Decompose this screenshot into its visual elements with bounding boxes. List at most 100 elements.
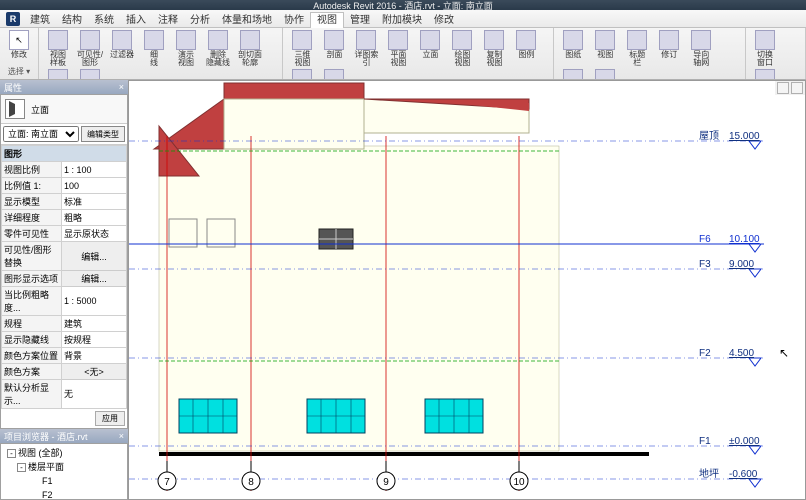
grid-bubble-label[interactable]: 7 [164,477,170,488]
ribbon-button[interactable]: 视图 [590,30,620,67]
edit-type-button[interactable]: 编辑类型 [81,126,125,142]
property-value-input[interactable] [64,181,124,191]
property-edit-button[interactable]: 编辑... [62,242,127,271]
ribbon-button[interactable]: 删除隐藏线 [203,30,233,67]
level-name[interactable]: 地坪 [699,467,719,480]
tree-node[interactable]: -楼层平面 [3,460,125,474]
property-value-input[interactable] [64,228,124,238]
ribbon-button[interactable]: 视图样板 [43,30,73,67]
menu-tab[interactable]: 修改 [428,13,460,28]
level-elevation[interactable]: 9.000 [729,259,754,270]
grid-bubble-label[interactable]: 10 [513,477,525,488]
menu-tab[interactable]: 建筑 [24,13,56,28]
level-name[interactable]: F2 [699,348,711,359]
property-value-input[interactable] [64,350,124,360]
ribbon-button[interactable]: 平面视图 [383,30,413,67]
ribbon-button[interactable]: 拼接线 [558,69,588,80]
property-value-input[interactable] [64,196,124,206]
ribbon-button[interactable]: 切换窗口 [750,30,780,67]
ribbon-button[interactable]: 关闭隐藏对象 [750,69,780,80]
ribbon-button[interactable]: 明细表 [287,69,317,80]
menu-tab[interactable]: 协作 [278,13,310,28]
instance-selector[interactable]: 立面: 南立面 [3,126,79,142]
tree-node[interactable]: F1 [3,474,125,488]
menu-tabs-container: 建筑结构系统插入注释分析体量和场地协作视图管理附加模块修改 [24,11,460,26]
ribbon-button[interactable]: 过滤器 [107,30,137,67]
property-key: 零件可见性 [2,226,62,242]
ribbon-icon [563,69,583,80]
ribbon-button[interactable]: 图例 [511,30,541,67]
close-icon[interactable]: × [119,431,124,441]
menu-tab[interactable]: 结构 [56,13,88,28]
ribbon-button[interactable]: 立面 [415,30,445,67]
ribbon-button[interactable]: Cloud渲染 [43,69,73,80]
ribbon-button[interactable]: 导向轴网 [686,30,716,67]
ribbon-button[interactable]: 剖切面轮廓 [235,30,265,67]
menu-tab[interactable]: 管理 [344,13,376,28]
ribbon-icon [176,30,196,50]
tree-node[interactable]: -视图 (全部) [3,446,125,460]
ribbon-button[interactable]: 绘图视图 [447,30,477,67]
property-value-input[interactable] [64,318,124,328]
canvas[interactable]: 屋顶 15.000 F6 10.100 F3 9.000 F2 4.500 F1 ±0.000 地坪… [128,80,806,500]
ribbon-button[interactable]: 演示视图 [171,30,201,67]
ribbon-button[interactable]: 图纸 [558,30,588,67]
ribbon-icon [563,30,583,50]
property-edit-button[interactable]: 编辑... [62,271,127,287]
property-value-input[interactable] [64,212,124,222]
apply-button[interactable]: 应用 [95,411,125,426]
ribbon-button[interactable]: 范围框 [319,69,349,80]
level-elevation[interactable]: 15.000 [729,131,760,142]
tree-label: F1 [42,476,53,486]
property-value-input[interactable] [64,389,124,399]
tree-twisty[interactable]: - [17,463,26,472]
menu-tab[interactable]: 体量和场地 [216,13,278,28]
property-value-input[interactable] [64,165,124,175]
close-icon[interactable]: × [119,82,124,92]
ribbon-button[interactable]: 标题栏 [622,30,652,67]
menu-tab[interactable]: 附加模块 [376,13,428,28]
level-elevation[interactable]: ±0.000 [729,436,760,447]
level-name[interactable]: 屋顶 [699,130,719,142]
ribbon-icon [240,30,260,50]
menu-tab[interactable]: 视图 [310,12,344,28]
ribbon-button[interactable]: 渲染库 [75,69,105,80]
level-name[interactable]: F3 [699,259,711,270]
tree-twisty[interactable]: - [7,449,16,458]
level-elevation[interactable]: 4.500 [729,348,754,359]
property-row: 颜色方案位置 [2,348,127,364]
modify-button[interactable]: ↖修改 [4,30,34,59]
ribbon-button[interactable]: 细线 [139,30,169,67]
ribbon-button[interactable]: 可见性/图形 [75,30,105,67]
ribbon-icon [755,69,775,80]
menu-tab[interactable]: 注释 [152,13,184,28]
ribbon-button[interactable]: 修订 [654,30,684,67]
ribbon-button[interactable]: 详图索引 [351,30,381,67]
properties-type-row: 立面 [1,95,127,124]
property-value-input[interactable] [64,334,124,344]
level-name[interactable]: F6 [699,234,711,245]
property-row: 图形显示选项编辑... [2,271,127,287]
property-row: 当比例粗略度... [2,287,127,316]
ribbon-button[interactable]: 复制视图 [479,30,509,67]
grid-bubble-label[interactable]: 8 [248,477,254,488]
property-value-input[interactable] [64,296,124,306]
ribbon-icon [144,30,164,50]
level-elevation[interactable]: 10.100 [729,234,760,245]
section-graphics: 图形 [2,146,127,162]
menu-tab[interactable]: 分析 [184,13,216,28]
level-elevation[interactable]: -0.600 [729,469,758,480]
cursor-icon: ↖ [9,30,29,50]
app-icon[interactable]: R [6,12,20,26]
menu-tab[interactable]: 系统 [88,13,120,28]
ribbon-button[interactable]: 剖面 [319,30,349,67]
property-edit-button[interactable]: <无> [62,364,127,380]
menu-tab[interactable]: 插入 [120,13,152,28]
level-name[interactable]: F1 [699,436,711,447]
properties-header: 属性 × [0,80,128,94]
ribbon-button[interactable]: 视图参照 [590,69,620,80]
grid-bubble-label[interactable]: 9 [383,477,389,488]
ribbon-button[interactable]: 三维视图 [287,30,317,67]
tree-node[interactable]: F2 [3,488,125,500]
ribbon-icon [112,30,132,50]
